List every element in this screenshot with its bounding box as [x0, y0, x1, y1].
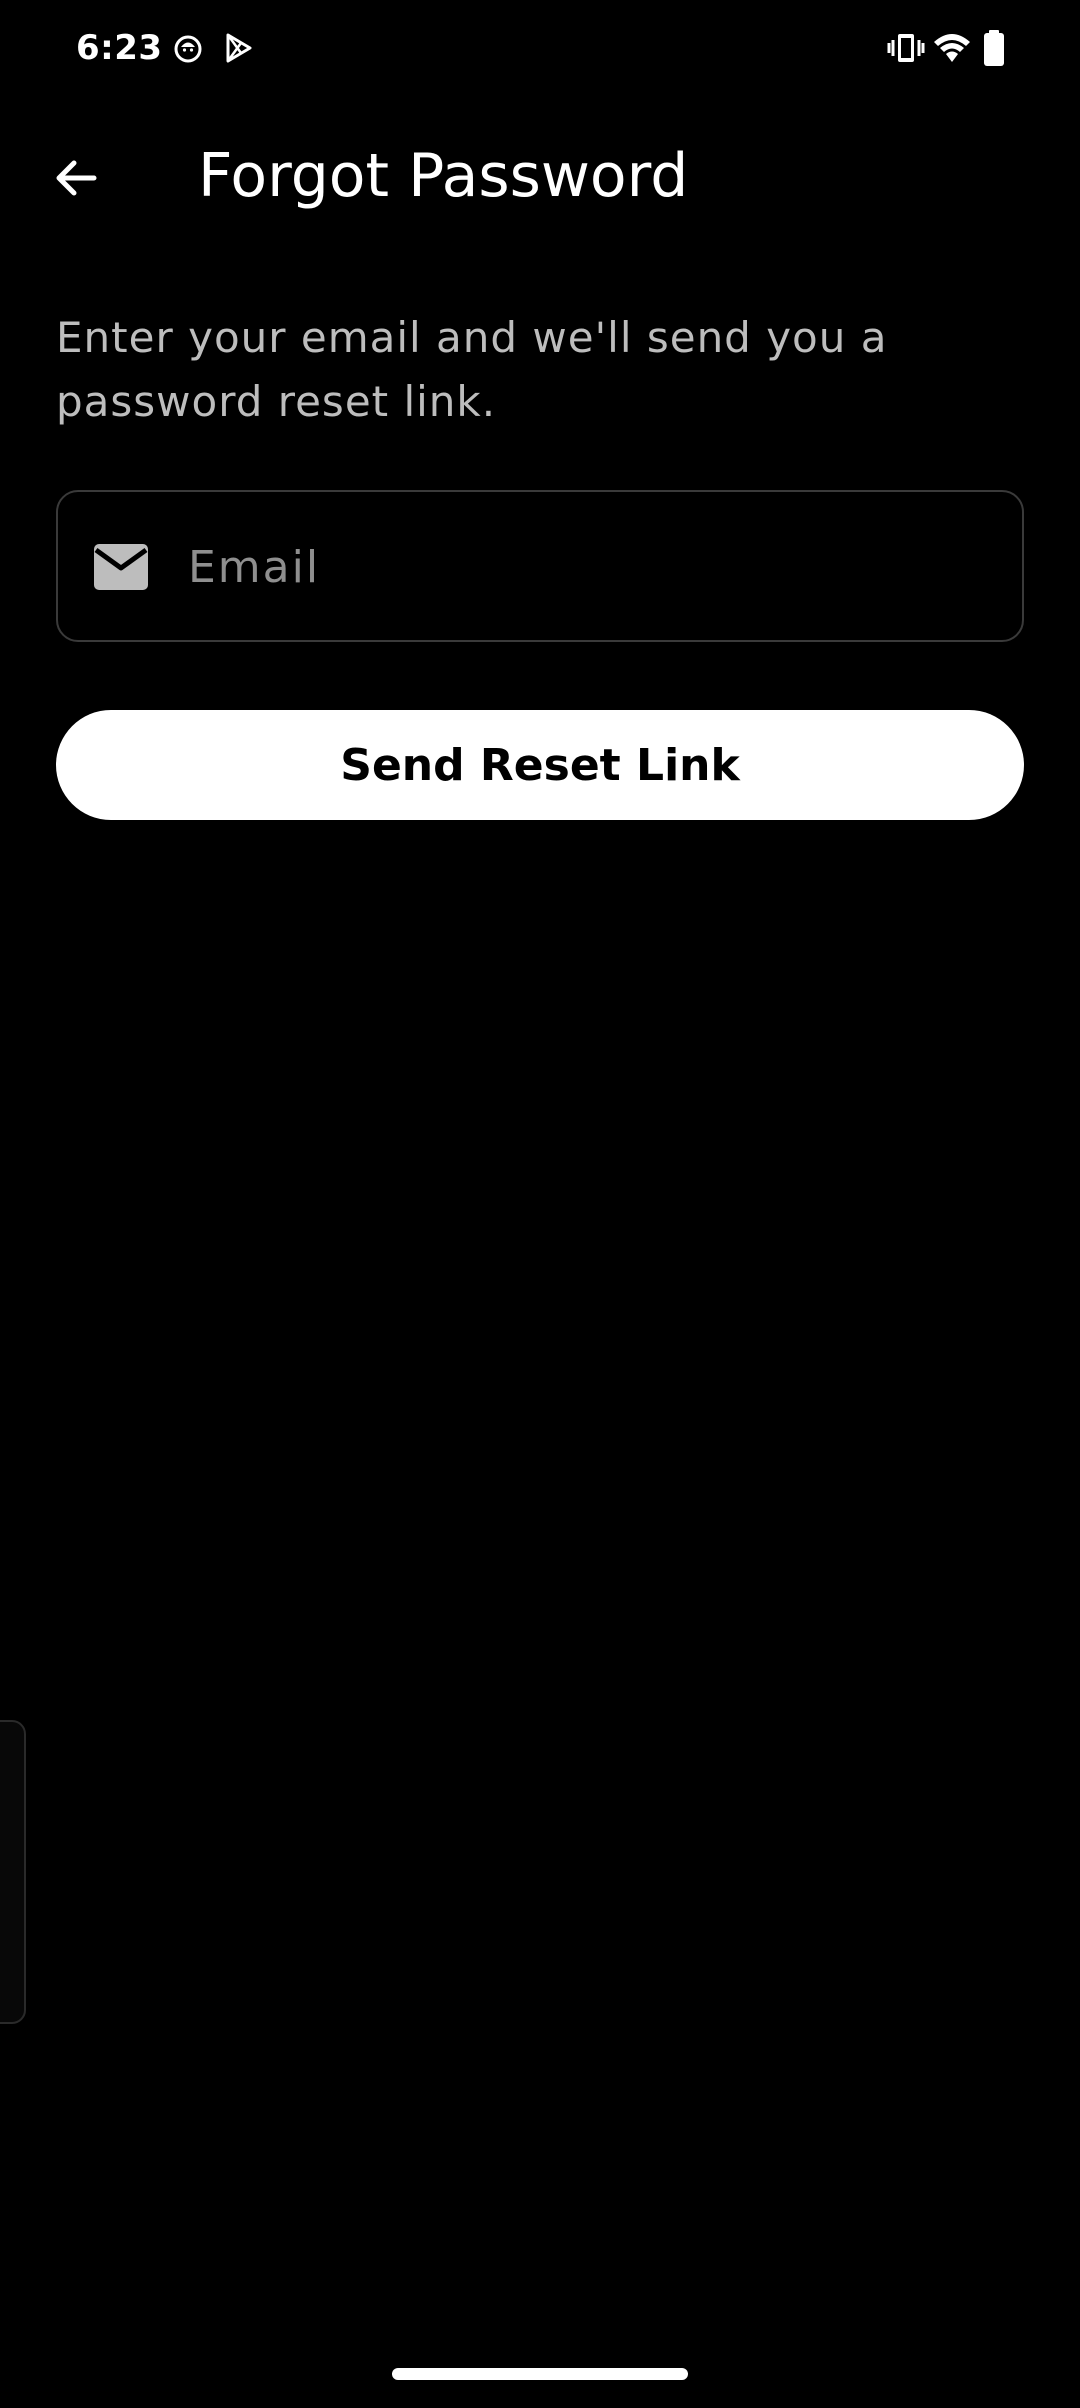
battery-icon	[984, 30, 1004, 66]
status-bar: 6:23	[0, 0, 1080, 100]
mail-icon	[94, 544, 148, 590]
email-field[interactable]	[56, 490, 1024, 642]
email-input[interactable]	[188, 522, 988, 612]
edge-panel-handle[interactable]	[0, 1720, 26, 2024]
back-button[interactable]	[40, 142, 112, 214]
status-time: 6:23	[76, 28, 163, 68]
app-bar: Forgot Password	[0, 120, 1080, 232]
page-title: Forgot Password	[198, 141, 689, 211]
instruction-text: Enter your email and we'll send you a pa…	[56, 313, 888, 426]
send-reset-link-button[interactable]: Send Reset Link	[56, 710, 1024, 820]
wifi-icon	[934, 34, 970, 62]
gesture-nav-handle[interactable]	[392, 2368, 688, 2380]
forgot-password-screen: 6:23 Forgot Password Enter your email an…	[0, 0, 1080, 2408]
vibrate-icon	[887, 34, 925, 62]
play-store-icon	[226, 33, 252, 63]
app-notification-icon	[174, 35, 202, 63]
arrow-left-icon	[56, 160, 97, 196]
